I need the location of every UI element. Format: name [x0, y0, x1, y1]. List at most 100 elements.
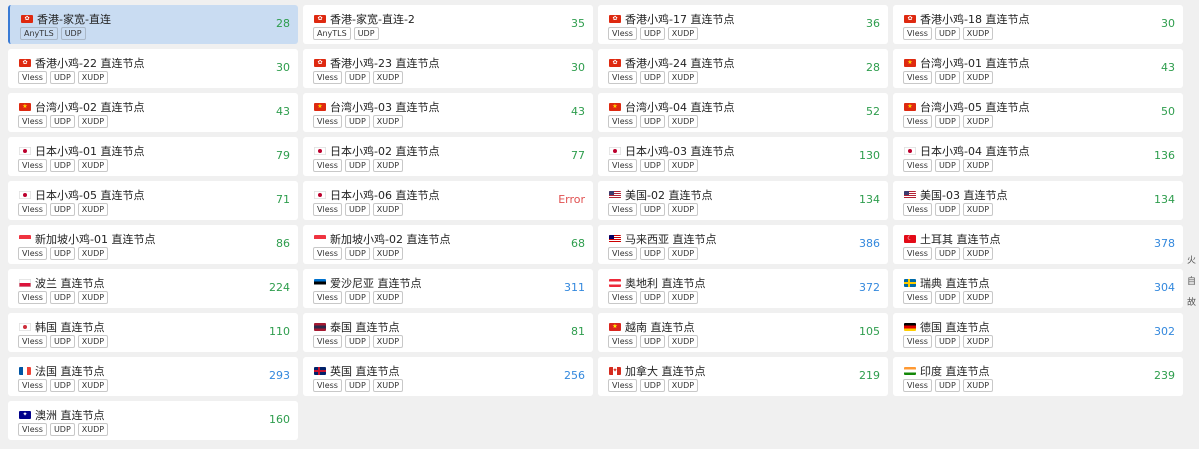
proxy-card[interactable]: ★ 越南 直连节点 Vless UDP XUDP 105 — [598, 313, 888, 352]
proxy-card[interactable]: 新加坡小鸡-02 直连节点 Vless UDP XUDP 68 — [303, 225, 593, 264]
latency-value[interactable]: 43 — [1161, 61, 1175, 74]
latency-value[interactable]: 28 — [276, 17, 290, 30]
protocol-tag: UDP — [49, 423, 75, 436]
latency-value[interactable]: 311 — [564, 281, 585, 294]
proxy-card[interactable]: 日本小鸡-02 直连节点 Vless UDP XUDP 77 — [303, 137, 593, 176]
proxy-card[interactable]: ☾ 土耳其 直连节点 Vless UDP XUDP 378 — [893, 225, 1183, 264]
proxy-tags: Vless UDP XUDP — [18, 203, 109, 216]
latency-value[interactable]: 134 — [1154, 193, 1175, 206]
proxy-card[interactable]: ★ 台湾小鸡-01 直连节点 Vless UDP XUDP 43 — [893, 49, 1183, 88]
proxy-card[interactable]: ★ 台湾小鸡-02 直连节点 Vless UDP XUDP 43 — [8, 93, 298, 132]
latency-value[interactable]: 86 — [276, 237, 290, 250]
proxy-card[interactable]: 韩国 直连节点 Vless UDP XUDP 110 — [8, 313, 298, 352]
proxy-card[interactable]: ✿ 香港-家宽-直连-2 AnyTLS UDP 35 — [303, 5, 593, 44]
protocol-tag: Vless — [903, 379, 932, 392]
latency-value[interactable]: 71 — [276, 193, 290, 206]
protocol-tag: XUDP — [667, 115, 699, 128]
proxy-card[interactable]: ✿ 香港小鸡-23 直连节点 Vless UDP XUDP 30 — [303, 49, 593, 88]
proxy-card[interactable]: 日本小鸡-01 直连节点 Vless UDP XUDP 79 — [8, 137, 298, 176]
proxy-header: 韩国 直连节点 — [19, 319, 105, 335]
proxy-card[interactable]: 新加坡小鸡-01 直连节点 Vless UDP XUDP 86 — [8, 225, 298, 264]
proxy-header: 德国 直连节点 — [904, 319, 990, 335]
proxy-card[interactable]: 日本小鸡-05 直连节点 Vless UDP XUDP 71 — [8, 181, 298, 220]
latency-value[interactable]: 105 — [859, 325, 880, 338]
latency-value[interactable]: 68 — [571, 237, 585, 250]
latency-value[interactable]: 30 — [1161, 17, 1175, 30]
proxy-card[interactable]: 印度 直连节点 Vless UDP XUDP 239 — [893, 357, 1183, 396]
latency-value[interactable]: 52 — [866, 105, 880, 118]
proxy-tags: Vless UDP XUDP — [903, 335, 994, 348]
proxy-card[interactable]: ★ 台湾小鸡-05 直连节点 Vless UDP XUDP 50 — [893, 93, 1183, 132]
flag-icon: ✿ — [609, 15, 621, 23]
proxy-card[interactable]: 波兰 直连节点 Vless UDP XUDP 224 — [8, 269, 298, 308]
proxy-card[interactable]: ✿ 香港-家宽-直连 AnyTLS UDP 28 — [8, 5, 298, 44]
proxy-card[interactable]: 爱沙尼亚 直连节点 Vless UDP XUDP 311 — [303, 269, 593, 308]
proxy-card[interactable]: 美国-02 直连节点 Vless UDP XUDP 134 — [598, 181, 888, 220]
proxy-card[interactable]: 奥地利 直连节点 Vless UDP XUDP 372 — [598, 269, 888, 308]
proxy-card[interactable]: 法国 直连节点 Vless UDP XUDP 293 — [8, 357, 298, 396]
proxy-card[interactable]: ✿ 香港小鸡-17 直连节点 Vless UDP XUDP 36 — [598, 5, 888, 44]
protocol-tag: XUDP — [962, 115, 994, 128]
latency-value[interactable]: 302 — [1154, 325, 1175, 338]
latency-value[interactable]: 136 — [1154, 149, 1175, 162]
flag-icon: ✿ — [904, 15, 916, 23]
latency-value[interactable]: 36 — [866, 17, 880, 30]
proxy-name: 香港小鸡-18 直连节点 — [920, 13, 1030, 26]
latency-value[interactable]: 28 — [866, 61, 880, 74]
latency-value[interactable]: 224 — [269, 281, 290, 294]
latency-value[interactable]: 30 — [571, 61, 585, 74]
proxy-card[interactable]: ✿ 香港小鸡-18 直连节点 Vless UDP XUDP 30 — [893, 5, 1183, 44]
proxy-card[interactable]: 德国 直连节点 Vless UDP XUDP 302 — [893, 313, 1183, 352]
latency-value[interactable]: 43 — [571, 105, 585, 118]
latency-value[interactable]: 81 — [571, 325, 585, 338]
latency-value[interactable]: 293 — [269, 369, 290, 382]
latency-value[interactable]: 256 — [564, 369, 585, 382]
proxy-card[interactable]: ✿ 香港小鸡-22 直连节点 Vless UDP XUDP 30 — [8, 49, 298, 88]
latency-value[interactable]: 130 — [859, 149, 880, 162]
latency-value[interactable]: 239 — [1154, 369, 1175, 382]
proxy-header: ☾ 土耳其 直连节点 — [904, 231, 1001, 247]
proxy-card[interactable]: ★ 台湾小鸡-04 直连节点 Vless UDP XUDP 52 — [598, 93, 888, 132]
latency-value[interactable]: 35 — [571, 17, 585, 30]
proxy-card[interactable]: 瑞典 直连节点 Vless UDP XUDP 304 — [893, 269, 1183, 308]
proxy-card[interactable]: ✦ 澳洲 直连节点 Vless UDP XUDP 160 — [8, 401, 298, 440]
latency-value[interactable]: 50 — [1161, 105, 1175, 118]
proxy-card[interactable]: 马来西亚 直连节点 Vless UDP XUDP 386 — [598, 225, 888, 264]
flag-icon — [314, 191, 326, 199]
proxy-name: 越南 直连节点 — [625, 321, 695, 334]
latency-value[interactable]: 304 — [1154, 281, 1175, 294]
protocol-tag: UDP — [934, 71, 960, 84]
proxy-card[interactable]: 日本小鸡-03 直连节点 Vless UDP XUDP 130 — [598, 137, 888, 176]
proxy-tags: Vless UDP XUDP — [18, 291, 109, 304]
latency-value[interactable]: Error — [558, 193, 585, 206]
proxy-card[interactable]: 英国 直连节点 Vless UDP XUDP 256 — [303, 357, 593, 396]
proxy-header: ✿ 香港小鸡-24 直连节点 — [609, 55, 734, 71]
proxy-name: 香港-家宽-直连-2 — [330, 13, 415, 26]
latency-value[interactable]: 134 — [859, 193, 880, 206]
latency-value[interactable]: 30 — [276, 61, 290, 74]
protocol-tag: UDP — [344, 71, 370, 84]
proxy-tags: Vless UDP XUDP — [313, 71, 404, 84]
protocol-tag: UDP — [639, 159, 665, 172]
latency-value[interactable]: 43 — [276, 105, 290, 118]
proxy-card[interactable]: 日本小鸡-06 直连节点 Vless UDP XUDP Error — [303, 181, 593, 220]
proxy-tags: Vless UDP XUDP — [903, 159, 994, 172]
latency-value[interactable]: 77 — [571, 149, 585, 162]
latency-value[interactable]: 160 — [269, 413, 290, 426]
proxy-card[interactable]: ✦ 加拿大 直连节点 Vless UDP XUDP 219 — [598, 357, 888, 396]
latency-value[interactable]: 219 — [859, 369, 880, 382]
latency-value[interactable]: 386 — [859, 237, 880, 250]
protocol-tag: Vless — [608, 27, 637, 40]
proxy-tags: Vless UDP XUDP — [313, 247, 404, 260]
proxy-card[interactable]: ✿ 香港小鸡-24 直连节点 Vless UDP XUDP 28 — [598, 49, 888, 88]
latency-value[interactable]: 378 — [1154, 237, 1175, 250]
proxy-card[interactable]: ★ 台湾小鸡-03 直连节点 Vless UDP XUDP 43 — [303, 93, 593, 132]
latency-value[interactable]: 110 — [269, 325, 290, 338]
latency-value[interactable]: 372 — [859, 281, 880, 294]
proxy-header: 爱沙尼亚 直连节点 — [314, 275, 422, 291]
proxy-card[interactable]: 泰国 直连节点 Vless UDP XUDP 81 — [303, 313, 593, 352]
latency-value[interactable]: 79 — [276, 149, 290, 162]
proxy-card[interactable]: 日本小鸡-04 直连节点 Vless UDP XUDP 136 — [893, 137, 1183, 176]
proxy-card[interactable]: 美国-03 直连节点 Vless UDP XUDP 134 — [893, 181, 1183, 220]
protocol-tag: Vless — [313, 203, 342, 216]
